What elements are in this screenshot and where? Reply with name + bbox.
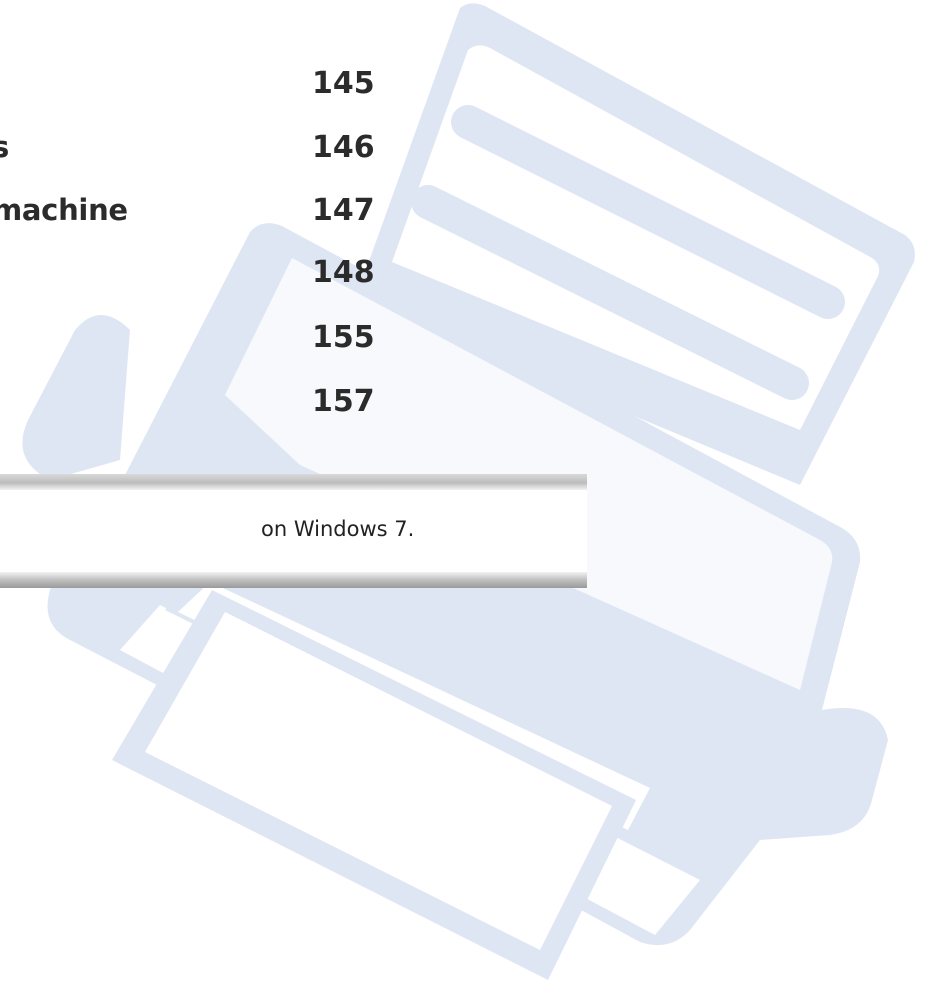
toc-page-number: 157 <box>312 384 375 419</box>
toc-page-number: 147 <box>312 193 375 228</box>
note-text: on Windows 7. <box>261 517 415 541</box>
toc-page-number: 148 <box>312 255 375 290</box>
toc-page-number: 155 <box>312 320 375 355</box>
note-content: on Windows 7. <box>0 490 587 572</box>
note-box: on Windows 7. <box>0 474 587 588</box>
note-top-bar <box>0 474 587 490</box>
toc-page-number: 146 <box>312 130 375 165</box>
toc-page-number: 145 <box>312 66 375 101</box>
toc-entry-title: s <box>0 130 9 164</box>
toc-entry-title: machine <box>0 193 128 227</box>
note-bottom-bar <box>0 572 587 588</box>
